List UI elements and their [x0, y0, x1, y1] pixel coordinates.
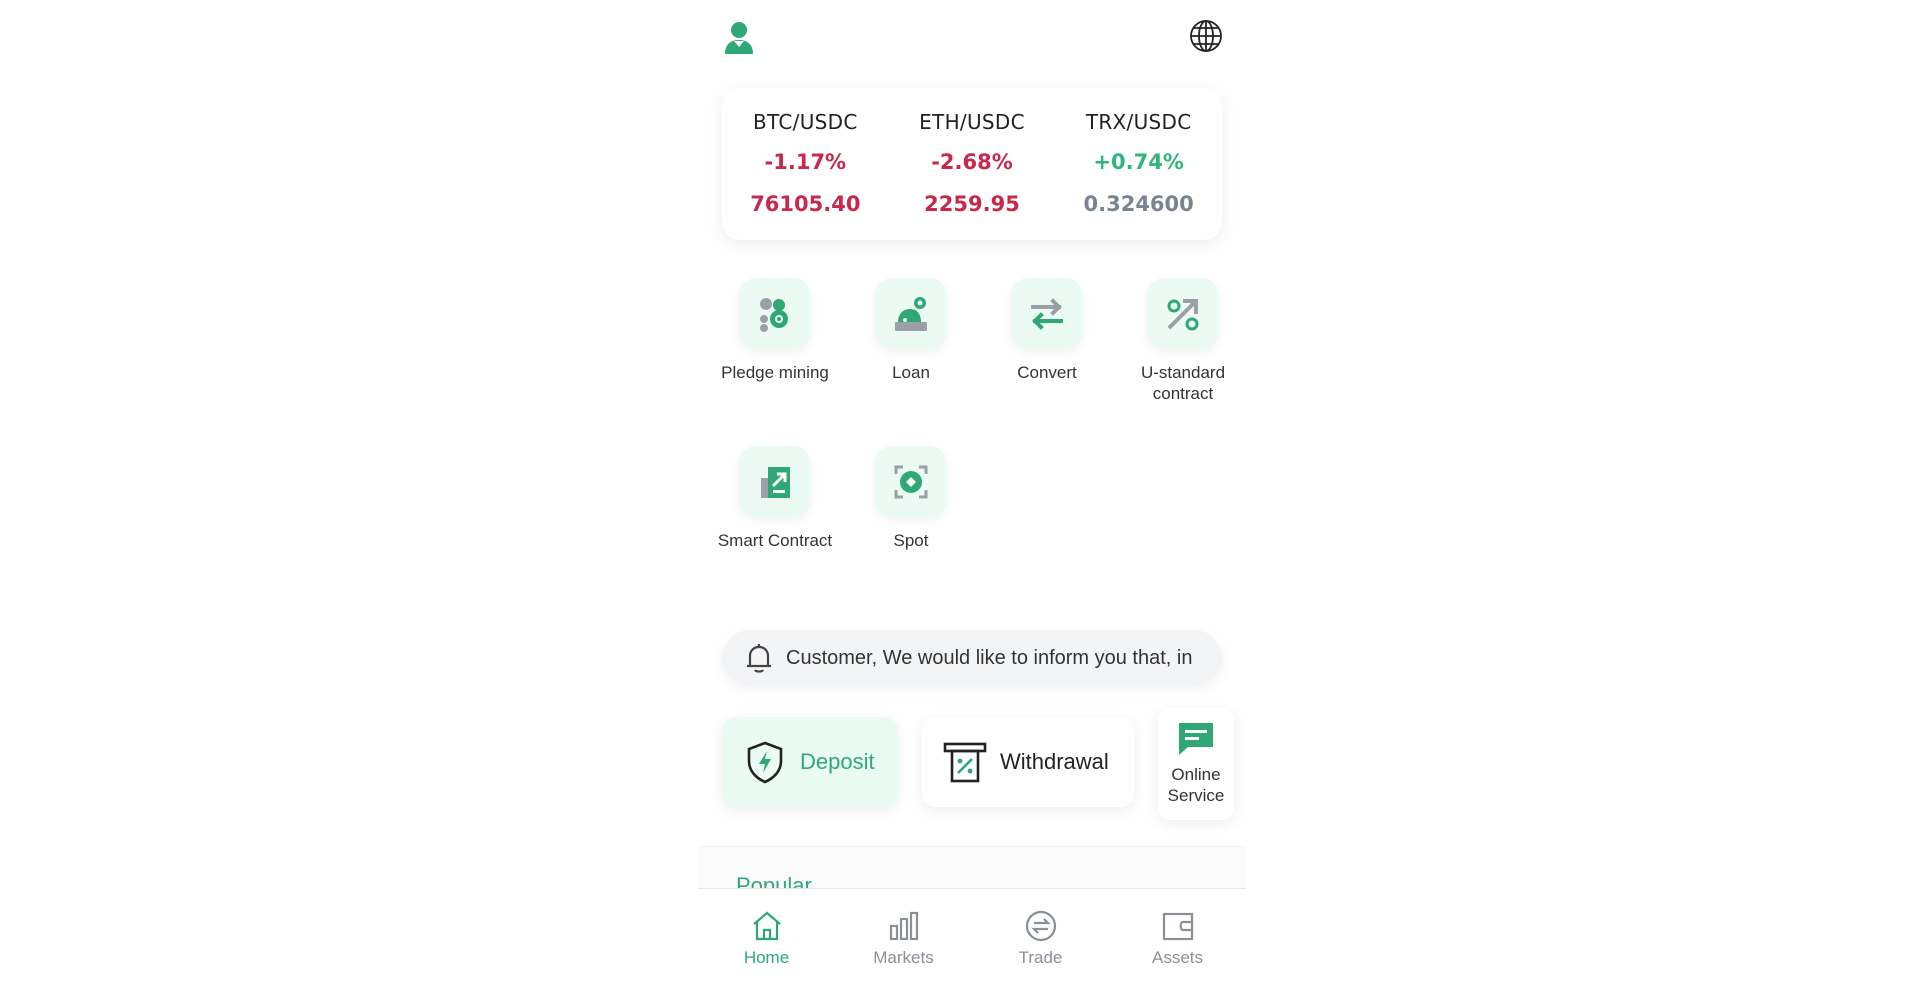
- ticker-trx[interactable]: TRX/USDC +0.74% 0.324600: [1064, 108, 1214, 240]
- app-screen: BTC/USDC -1.17% 76105.40 ETH/USDC -2.68%…: [698, 0, 1246, 993]
- globe-icon[interactable]: [1188, 18, 1224, 54]
- nav-assets[interactable]: Assets: [1109, 889, 1246, 993]
- quick-spot[interactable]: Spot: [846, 446, 976, 551]
- quick-label: U-standard contract: [1140, 363, 1226, 403]
- withdrawal-button[interactable]: Withdrawal: [922, 717, 1134, 807]
- ticker-pair: BTC/USDC: [753, 110, 858, 134]
- ticker-pair: TRX/USDC: [1085, 110, 1192, 134]
- loan-icon: [875, 278, 947, 350]
- bell-icon: [747, 644, 771, 673]
- ticker-card: BTC/USDC -1.17% 76105.40 ETH/USDC -2.68%…: [722, 88, 1222, 240]
- user-icon[interactable]: [722, 20, 756, 56]
- quick-label: Smart Contract: [717, 531, 833, 550]
- u-standard-contract-icon: [1147, 278, 1219, 350]
- nav-label: Trade: [1018, 948, 1063, 967]
- convert-icon: [1011, 278, 1083, 350]
- quick-label: Loan: [892, 363, 930, 382]
- spot-icon: [875, 446, 947, 518]
- quick-convert[interactable]: Convert: [982, 278, 1112, 383]
- deposit-label: Deposit: [800, 749, 875, 774]
- withdrawal-receipt-icon: [943, 742, 987, 783]
- quick-loan[interactable]: Loan: [846, 278, 976, 383]
- ticker-btc[interactable]: BTC/USDC -1.17% 76105.40: [730, 108, 880, 240]
- quick-u-standard-contract[interactable]: U-standard contract: [1118, 278, 1248, 404]
- pledge-mining-icon: [739, 278, 811, 350]
- markets-icon: [889, 911, 918, 941]
- bottom-nav: Home Markets Trade Assets: [698, 888, 1246, 993]
- nav-label: Home: [743, 948, 790, 967]
- home-icon: [752, 911, 781, 941]
- smart-contract-icon: [739, 446, 811, 518]
- nav-markets[interactable]: Markets: [835, 889, 972, 993]
- deposit-button[interactable]: Deposit: [722, 717, 898, 807]
- chat-icon: [1179, 723, 1213, 755]
- nav-home[interactable]: Home: [698, 889, 835, 993]
- notice-text: Customer, We would like to inform you th…: [786, 646, 1193, 669]
- quick-label: Convert: [1017, 363, 1077, 382]
- quick-label: Pledge mining: [721, 363, 829, 382]
- wallet-icon: [1162, 912, 1193, 941]
- trade-icon: [1025, 910, 1056, 942]
- notice-bar[interactable]: Customer, We would like to inform you th…: [722, 630, 1222, 686]
- quick-pledge-mining[interactable]: Pledge mining: [710, 278, 840, 383]
- ticker-price: 76105.40: [750, 192, 861, 216]
- withdrawal-label: Withdrawal: [1000, 749, 1109, 774]
- online-service-button[interactable]: Online Service: [1158, 708, 1234, 820]
- top-bar: [698, 0, 1246, 72]
- shield-bolt-icon: [747, 741, 783, 784]
- ticker-change: -2.68%: [931, 150, 1013, 174]
- ticker-pair: ETH/USDC: [919, 110, 1025, 134]
- quick-label: Spot: [893, 531, 929, 550]
- ticker-eth[interactable]: ETH/USDC -2.68% 2259.95: [897, 108, 1047, 240]
- ticker-price: 0.324600: [1083, 192, 1194, 216]
- ticker-change: -1.17%: [764, 150, 847, 174]
- quick-smart-contract[interactable]: Smart Contract: [710, 446, 840, 551]
- nav-label: Markets: [873, 948, 934, 967]
- online-service-label: Online Service: [1167, 765, 1225, 805]
- nav-label: Assets: [1151, 948, 1204, 967]
- nav-trade[interactable]: Trade: [972, 889, 1109, 993]
- ticker-price: 2259.95: [924, 192, 1020, 216]
- ticker-change: +0.74%: [1093, 150, 1184, 174]
